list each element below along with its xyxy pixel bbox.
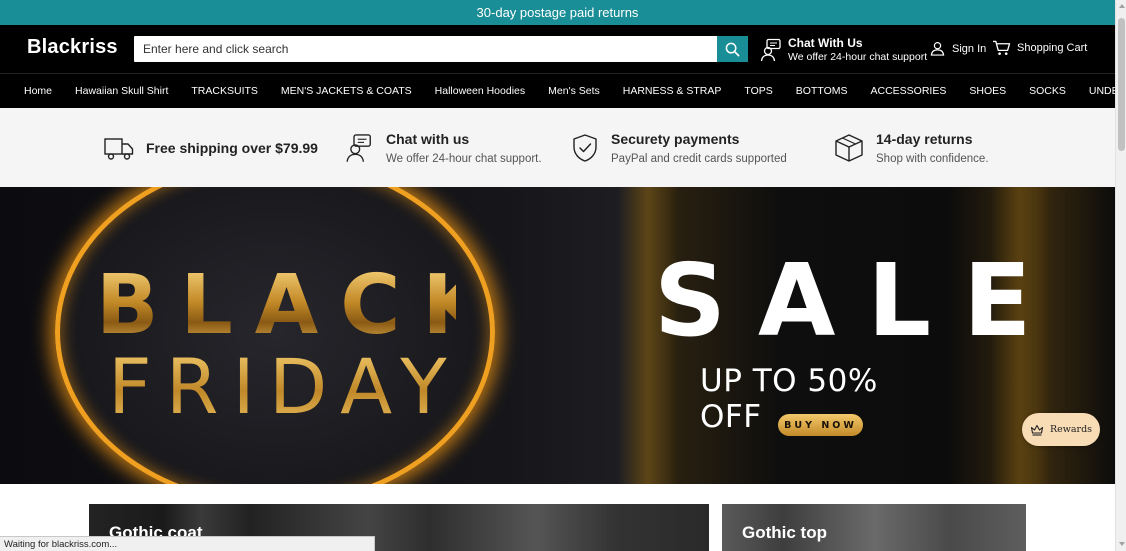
scroll-up-arrow-icon[interactable]	[1119, 4, 1125, 8]
nav-item-mens-sets[interactable]: Men's Sets	[548, 85, 600, 97]
nav-item-harness-strap[interactable]: HARNESS & STRAP	[623, 85, 722, 97]
user-icon	[930, 41, 945, 56]
banner-word-friday: FRIDAY	[108, 347, 468, 427]
main-nav: Home Hawaiian Skull Shirt TRACKSUITS MEN…	[0, 73, 1126, 108]
collection-title: Gothic top	[742, 523, 827, 542]
shield-check-icon	[573, 133, 597, 162]
feature-chat: Chat with us We offer 24-hour chat suppo…	[344, 108, 542, 187]
features-strip: Free shipping over $79.99 Chat with us W…	[0, 108, 1115, 187]
feature-title: Securety payments	[611, 130, 740, 147]
search-button[interactable]	[717, 36, 748, 62]
feature-secure-payments: Securety payments PayPal and credit card…	[571, 108, 787, 187]
nav-item-tops[interactable]: TOPS	[744, 85, 772, 97]
scroll-down-arrow-icon[interactable]	[1119, 542, 1125, 546]
search-input[interactable]	[134, 36, 717, 62]
chat-subtitle: We offer 24-hour chat support	[788, 51, 928, 63]
chat-with-us-link[interactable]: Chat With Us We offer 24-hour chat suppo…	[760, 34, 927, 66]
scrollbar-thumb[interactable]	[1118, 18, 1125, 151]
rewards-button[interactable]: Rewards	[1022, 413, 1100, 446]
status-text: Waiting for blackriss.com...	[4, 539, 118, 550]
feature-title: Chat with us	[386, 130, 470, 147]
hero-banner[interactable]: BLACK FRIDAY SALE UP TO 50% OFF BUY NOW	[0, 187, 1115, 484]
nav-item-mens-jackets-coats[interactable]: MEN'S JACKETS & COATS	[281, 85, 412, 97]
rewards-label: Rewards	[1049, 424, 1093, 435]
chat-title: Chat With Us	[788, 36, 863, 50]
banner-word-black: BLACK	[96, 258, 508, 353]
feature-subtitle: PayPal and credit cards supported	[611, 152, 787, 165]
chat-support-icon	[346, 133, 371, 162]
sign-in-label: Sign In	[952, 42, 987, 55]
page-scrollbar[interactable]	[1115, 0, 1126, 551]
feature-free-shipping: Free shipping over $79.99	[104, 108, 318, 187]
search-icon	[725, 42, 740, 56]
announcement-text: 30-day postage paid returns	[476, 5, 639, 20]
feature-title: Free shipping over $79.99	[146, 139, 318, 156]
cart-icon	[993, 40, 1011, 55]
truck-icon	[104, 137, 134, 160]
buy-now-button[interactable]: BUY NOW	[778, 414, 863, 436]
chat-support-icon	[760, 38, 781, 62]
feature-title: 14-day returns	[876, 130, 973, 147]
crown-icon	[1030, 424, 1044, 436]
nav-item-shoes[interactable]: SHOES	[969, 85, 1006, 97]
nav-item-bottoms[interactable]: BOTTOMS	[796, 85, 848, 97]
nav-item-halloween-hoodies[interactable]: Halloween Hoodies	[435, 85, 525, 97]
box-icon	[835, 133, 863, 162]
feature-subtitle: We offer 24-hour chat support.	[386, 152, 542, 165]
nav-item-accessories[interactable]: ACCESSORIES	[871, 85, 947, 97]
site-header: Blackriss Chat With Us We offer 24-hour …	[0, 25, 1115, 73]
shopping-cart-link[interactable]: Shopping Cart	[992, 40, 1087, 56]
search-bar	[134, 36, 748, 62]
cart-label: Shopping Cart	[1017, 42, 1088, 54]
nav-item-home[interactable]: Home	[24, 85, 52, 97]
feature-subtitle: Shop with confidence.	[876, 152, 989, 165]
site-logo[interactable]: Blackriss	[27, 36, 118, 59]
feature-returns: 14-day returns Shop with confidence.	[834, 108, 989, 187]
nav-item-hawaiian-skull-shirt[interactable]: Hawaiian Skull Shirt	[75, 85, 168, 97]
nav-item-socks[interactable]: SOCKS	[1029, 85, 1066, 97]
banner-sale-text: SALE	[654, 242, 1064, 359]
collection-tile-gothic-top[interactable]: Gothic top	[722, 504, 1026, 551]
announcement-bar: 30-day postage paid returns	[0, 0, 1115, 25]
browser-status-bar: Waiting for blackriss.com...	[0, 536, 375, 551]
nav-item-tracksuits[interactable]: TRACKSUITS	[191, 85, 258, 97]
sign-in-link[interactable]: Sign In	[930, 41, 986, 56]
